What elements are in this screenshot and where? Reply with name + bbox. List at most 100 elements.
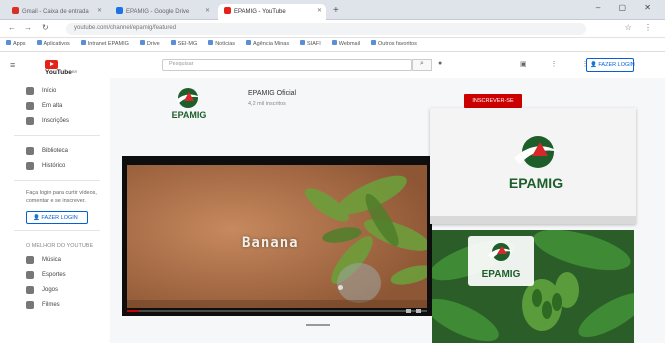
browser-menu-icons[interactable]: ☆ ⋮ bbox=[625, 23, 657, 32]
sidebar-item-home[interactable]: Início bbox=[0, 84, 110, 99]
movies-icon bbox=[26, 301, 34, 309]
card-logo-text: EPAMIG bbox=[482, 269, 521, 280]
video-progress-bar[interactable] bbox=[127, 310, 139, 312]
bookmark-icon bbox=[246, 40, 252, 45]
channel-banner-card[interactable]: EPAMIG bbox=[430, 108, 636, 224]
window-controls[interactable]: – ▢ ✕ bbox=[596, 3, 659, 12]
navigation-bar: ← → ↻ youtube.com/channel/epamig/feature… bbox=[0, 20, 665, 38]
library-icon bbox=[26, 147, 34, 155]
bookmark-icon bbox=[139, 40, 145, 45]
gmail-favicon-icon bbox=[12, 7, 19, 14]
tab-drive[interactable]: EPAMIG - Google Drive ✕ bbox=[110, 4, 214, 20]
sidebar-section-title: O MELHOR DO YOUTUBE bbox=[26, 243, 94, 249]
tab-label: EPAMIG - Google Drive bbox=[126, 9, 190, 15]
sidebar-item-subscriptions[interactable]: Inscrições bbox=[0, 114, 110, 129]
tab-gmail[interactable]: Gmail - Caixa de entrada ✕ bbox=[6, 4, 106, 20]
search-input[interactable]: Pesquisar bbox=[162, 59, 412, 71]
music-icon bbox=[26, 256, 34, 264]
bookmark-icon bbox=[208, 40, 214, 45]
subscriptions-icon bbox=[26, 117, 34, 125]
youtube-play-icon bbox=[45, 60, 58, 69]
channel-logo-text: EPAMIG bbox=[172, 110, 207, 120]
address-bar[interactable]: youtube.com/channel/epamig/featured bbox=[66, 23, 586, 35]
bookmark-item[interactable]: Webmail bbox=[331, 40, 360, 47]
gaming-icon bbox=[26, 286, 34, 294]
forward-arrow-icon[interactable]: → bbox=[24, 23, 32, 32]
bookmark-item[interactable]: SIAFI bbox=[300, 40, 321, 47]
youtube-header: ≡ YouTubeBR Pesquisar ⌕ ● ▣ ⋮ ⋮ 👤 FAZER … bbox=[0, 52, 665, 78]
reload-icon[interactable]: ↻ bbox=[42, 23, 49, 32]
bookmarks-bar: Apps Aplicativos Intranet EPAMIG Drive S… bbox=[0, 38, 665, 52]
divider bbox=[14, 180, 100, 181]
banana-plantation-image: EPAMIG bbox=[432, 230, 634, 343]
video-caption-line bbox=[306, 324, 330, 326]
history-icon bbox=[26, 162, 34, 170]
bookmark-icon bbox=[170, 40, 176, 45]
bookmark-icon bbox=[331, 40, 337, 45]
subscribe-button[interactable]: INSCREVER-SE bbox=[464, 94, 522, 108]
browser-window: Gmail - Caixa de entrada ✕ EPAMIG - Googl… bbox=[0, 0, 665, 343]
bookmark-item[interactable]: SEI-MG bbox=[170, 40, 197, 47]
close-tab-icon[interactable]: ✕ bbox=[97, 7, 102, 14]
sports-icon bbox=[26, 271, 34, 279]
bookmark-item[interactable]: Outros favoritos bbox=[371, 40, 417, 47]
search-placeholder: Pesquisar bbox=[169, 61, 194, 67]
sidebar-signin-prompt: Faça login para curtir vídeos, comentar … bbox=[26, 190, 97, 204]
bookmark-item[interactable]: Drive bbox=[139, 40, 160, 47]
sidebar-sign-in-button[interactable]: 👤 FAZER LOGIN bbox=[26, 211, 88, 224]
bookmark-item[interactable]: Notícias bbox=[208, 40, 235, 47]
epamig-logo-image: EPAMIG bbox=[430, 108, 636, 224]
back-arrow-icon[interactable]: ← bbox=[8, 23, 16, 32]
sidebar-item-library[interactable]: Biblioteca bbox=[0, 144, 110, 159]
sidebar-item-gaming[interactable]: Jogos bbox=[0, 283, 110, 298]
video-title-overlay: Banana bbox=[242, 235, 299, 251]
loading-dot-icon bbox=[338, 285, 343, 290]
fullscreen-icon[interactable] bbox=[416, 309, 421, 313]
channel-avatar[interactable]: EPAMIG bbox=[158, 84, 220, 124]
bookmark-item[interactable]: Agência Minas bbox=[246, 40, 289, 47]
video-progress-track[interactable] bbox=[127, 310, 427, 312]
url-text: youtube.com/channel/epamig/featured bbox=[74, 25, 177, 31]
bookmark-icon bbox=[36, 40, 42, 45]
bookmark-icon bbox=[371, 40, 377, 45]
video-frame[interactable]: Banana bbox=[127, 165, 427, 308]
sidebar-item-sports[interactable]: Esportes bbox=[0, 268, 110, 283]
search-icon: ⌕ bbox=[420, 60, 424, 67]
bookmark-item[interactable]: Apps bbox=[6, 40, 26, 47]
new-tab-button[interactable]: + bbox=[333, 5, 339, 16]
video-player[interactable]: Banana bbox=[122, 156, 432, 316]
tab-youtube[interactable]: EPAMIG - YouTube ✕ bbox=[218, 4, 326, 20]
close-tab-icon[interactable]: ✕ bbox=[317, 7, 322, 14]
tab-label: EPAMIG - YouTube bbox=[234, 9, 286, 15]
microphone-icon[interactable]: ● bbox=[438, 60, 442, 67]
sidebar-item-movies[interactable]: Filmes bbox=[0, 298, 110, 313]
sidebar-item-music[interactable]: Música bbox=[0, 253, 110, 268]
bookmark-icon bbox=[80, 40, 86, 45]
settings-icon[interactable] bbox=[406, 309, 411, 313]
search-button[interactable]: ⌕ bbox=[412, 59, 432, 71]
tab-label: Gmail - Caixa de entrada bbox=[22, 9, 89, 15]
video-controls[interactable] bbox=[127, 308, 427, 314]
channel-name[interactable]: EPAMIG Oficial bbox=[248, 90, 296, 97]
sidebar: Início Em alta Inscrições Biblioteca His… bbox=[0, 78, 110, 343]
subscriber-count: 4,2 mil inscritos bbox=[248, 101, 286, 107]
bookmark-item[interactable]: Aplicativos bbox=[36, 40, 70, 47]
bookmark-icon bbox=[300, 40, 306, 45]
close-tab-icon[interactable]: ✕ bbox=[205, 7, 210, 14]
video-thumbnail-card[interactable]: EPAMIG bbox=[432, 230, 634, 343]
sidebar-item-trending[interactable]: Em alta bbox=[0, 99, 110, 114]
hamburger-menu-icon[interactable]: ≡ bbox=[10, 60, 15, 70]
youtube-logo[interactable]: YouTubeBR bbox=[45, 60, 79, 76]
bookmark-item[interactable]: Intranet EPAMIG bbox=[80, 40, 129, 47]
sidebar-item-history[interactable]: Histórico bbox=[0, 159, 110, 174]
divider bbox=[14, 135, 100, 136]
banner-logo-text: EPAMIG bbox=[509, 175, 563, 191]
youtube-favicon-icon bbox=[224, 7, 231, 14]
flame-icon bbox=[26, 102, 34, 110]
channel-page: EPAMIG EPAMIG Oficial 4,2 mil inscritos … bbox=[110, 78, 665, 343]
sign-in-button[interactable]: 👤 FAZER LOGIN bbox=[586, 58, 635, 72]
tab-strip: Gmail - Caixa de entrada ✕ EPAMIG - Googl… bbox=[0, 0, 665, 20]
home-icon bbox=[26, 87, 34, 95]
divider bbox=[14, 230, 100, 231]
bookmark-icon bbox=[6, 40, 11, 45]
